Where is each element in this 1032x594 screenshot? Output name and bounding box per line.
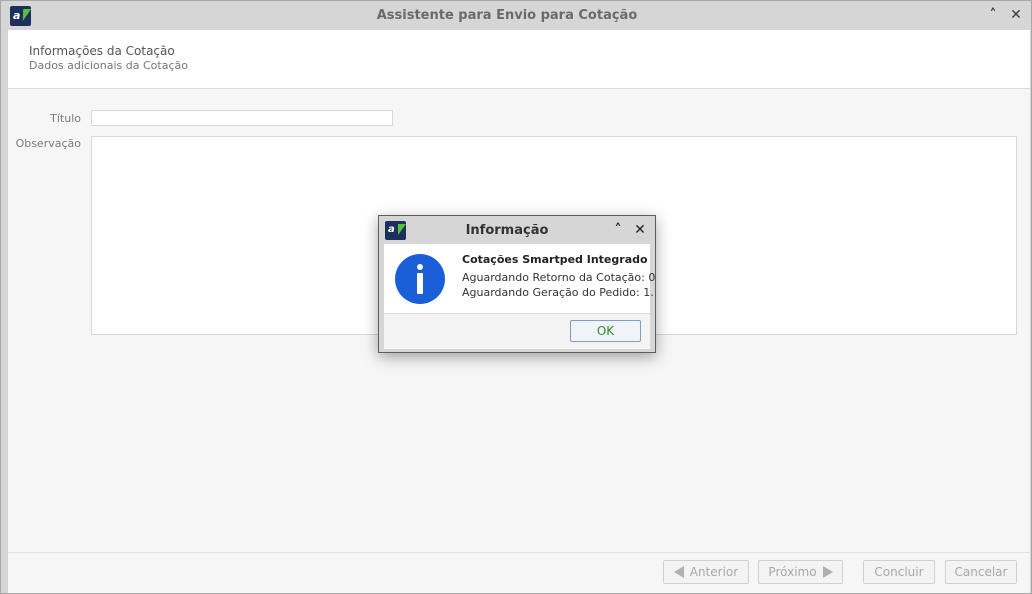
anterior-button[interactable]: Anterior [663,560,749,584]
message-line-1: Aguardando Retorno da Cotação: 0 [462,271,656,284]
proximo-button[interactable]: Próximo [758,560,843,584]
wizard-header: Informações da Cotação Dados adicionais … [8,30,1030,89]
arrow-left-icon [673,566,684,578]
footer-divider [8,552,1030,553]
page-title: Informações da Cotação [29,44,175,58]
chevron-up-icon: ˄ [614,222,622,238]
proximo-label: Próximo [768,565,817,579]
close-icon: ✕ [1010,7,1022,23]
message-line-2: Aguardando Geração do Pedido: 1. [462,286,654,299]
anterior-label: Anterior [689,565,739,579]
info-icon-dot [417,264,423,270]
info-dialog: a Informação ˄ ✕ Cotações Smartped Integ… [378,215,656,353]
arrow-right-icon [822,566,833,578]
window-title: Assistente para Envio para Cotação [376,8,638,23]
dialog-footer: OK [384,314,650,349]
minimize-button[interactable]: ˄ [985,7,1001,23]
close-window-button[interactable]: ✕ [1008,7,1024,23]
info-icon [395,254,445,304]
cancelar-label: Cancelar [954,565,1008,579]
message-title: Cotações Smartped Integrado [462,253,648,266]
concluir-label: Concluir [874,565,924,579]
titulo-label: Título [50,112,81,125]
chevron-up-icon: ˄ [989,7,997,23]
close-icon: ✕ [634,222,646,238]
cancelar-button[interactable]: Cancelar [945,560,1017,584]
window-titlebar[interactable]: a Assistente para Envio para Cotação ˄ ✕ [1,1,1031,30]
info-icon-stem [417,273,423,294]
titulo-input[interactable] [91,110,393,126]
dialog-title: Informação [465,223,549,238]
dialog-close-button[interactable]: ✕ [632,222,648,238]
dialog-minimize-button[interactable]: ˄ [610,222,626,238]
observacao-label: Observação [15,137,81,150]
concluir-button[interactable]: Concluir [863,560,935,584]
ok-button[interactable]: OK [570,320,641,342]
dialog-titlebar[interactable]: a Informação ˄ ✕ [379,216,655,244]
page-subtitle: Dados adicionais da Cotação [29,59,188,72]
dialog-body: Cotações Smartped Integrado Aguardando R… [384,244,655,349]
